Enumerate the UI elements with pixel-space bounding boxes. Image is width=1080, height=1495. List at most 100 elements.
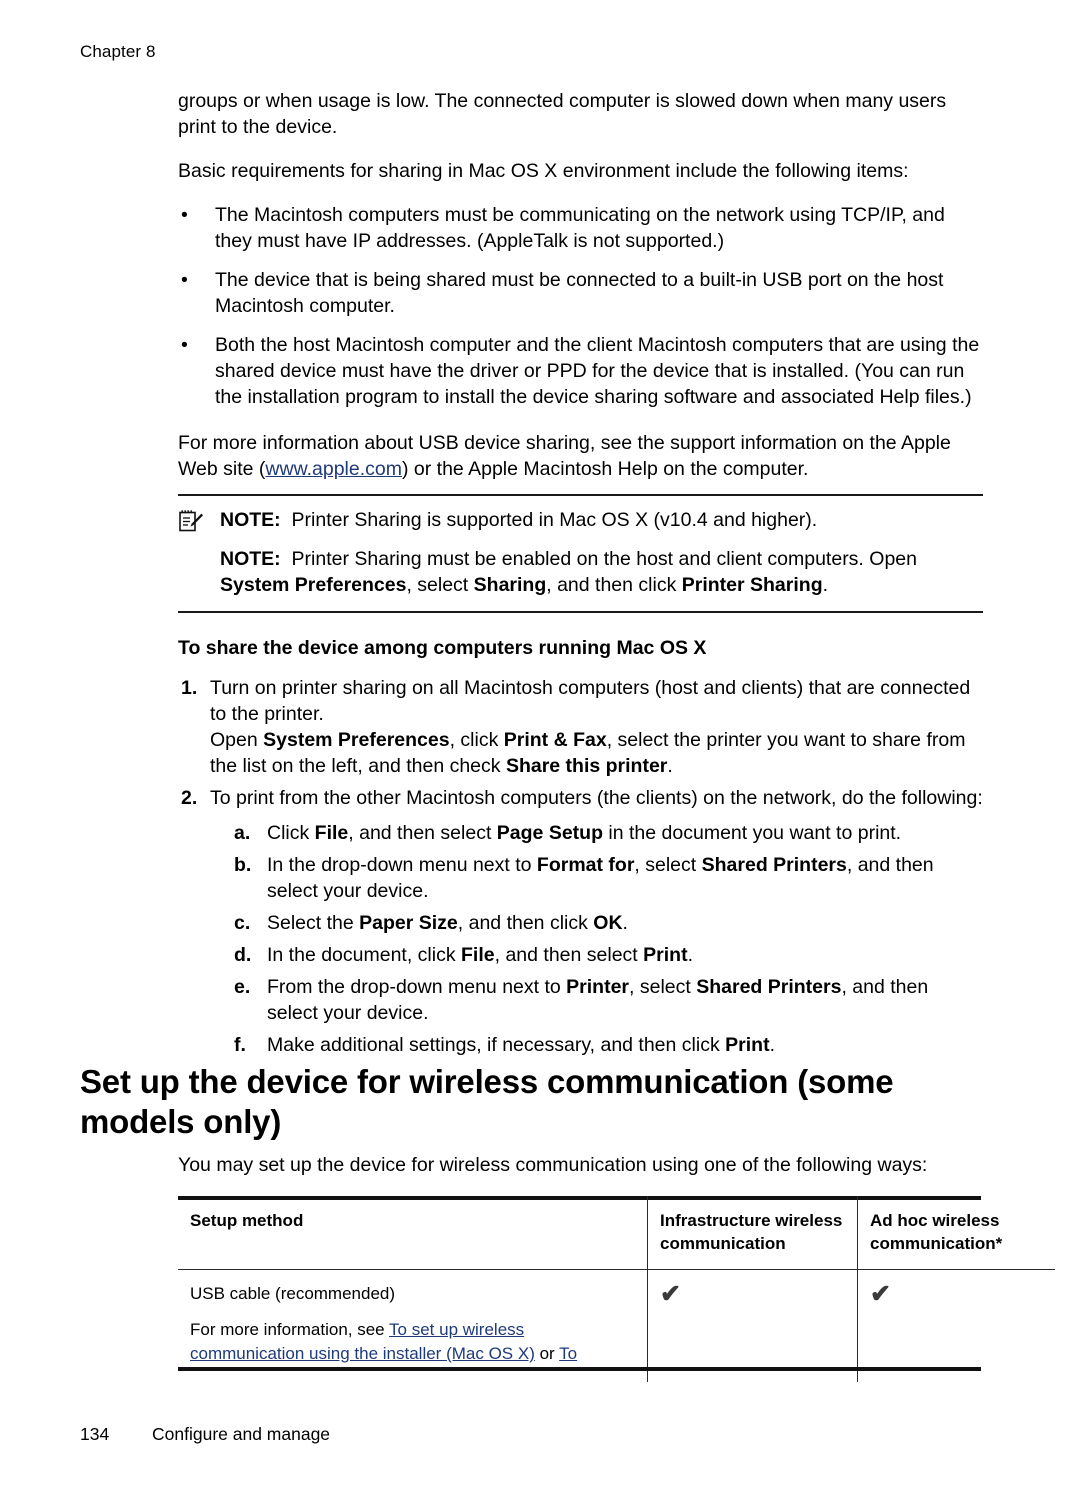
step-text-part: . <box>667 755 673 777</box>
procedure-step-1: 1. Turn on printer sharing on all Macint… <box>178 675 983 779</box>
page-content: groups or when usage is low. The connect… <box>178 88 983 1064</box>
substep-text-part: . <box>769 1034 775 1056</box>
substep-marker: a. <box>234 822 251 844</box>
step-emphasis: System Preferences <box>263 729 450 751</box>
substep-a: a. Click File, and then select Page Setu… <box>232 820 983 846</box>
table-body: USB cable (recommended) For more informa… <box>178 1269 1055 1383</box>
column-header-setup-method: Setup method <box>178 1196 648 1270</box>
checkmark-icon: ✔ <box>870 1280 891 1308</box>
substep-f: f. Make additional settings, if necessar… <box>232 1032 983 1058</box>
column-header-infrastructure: Infrastructure wireless communication <box>647 1196 858 1270</box>
step-marker: 1. <box>181 677 198 699</box>
step-text-part: Open <box>210 729 264 751</box>
note-emphasis: Printer Sharing <box>681 574 823 596</box>
list-item-text: The Macintosh computers must be communic… <box>215 204 945 252</box>
cell-infrastructure-support: ✔ <box>647 1269 858 1382</box>
note-label: NOTE: <box>220 509 281 531</box>
note-block: NOTE: Printer Sharing is supported in Ma… <box>178 494 983 613</box>
note-text-part: Printer Sharing must be enabled on the h… <box>291 548 917 570</box>
substep-emphasis: Paper Size <box>359 912 458 934</box>
substep-emphasis: File <box>314 822 349 844</box>
substep-text-part: . <box>687 944 693 966</box>
list-item: • The device that is being shared must b… <box>178 267 983 319</box>
list-item-text: The device that is being shared must be … <box>215 269 944 317</box>
list-item-text: Both the host Macintosh computer and the… <box>215 334 980 408</box>
page-number: 134 <box>80 1424 110 1444</box>
method-reference: For more information, see To set up wire… <box>190 1318 635 1366</box>
list-item: • The Macintosh computers must be commun… <box>178 202 983 254</box>
procedure-substep-list: a. Click File, and then select Page Setu… <box>232 820 983 1058</box>
substep-c: c. Select the Paper Size, and then click… <box>232 910 983 936</box>
wireless-secondary-link[interactable]: To <box>559 1344 577 1363</box>
substep-marker: e. <box>234 976 251 998</box>
substep-emphasis: File <box>461 944 495 966</box>
reference-text: For more information, see <box>190 1320 390 1339</box>
paragraph-apple-support: For more information about USB device sh… <box>178 430 983 482</box>
substep-text-part: Click <box>267 822 315 844</box>
reference-text: or <box>534 1344 560 1363</box>
substep-text-part: . <box>622 912 628 934</box>
note-text-part: , and then click <box>546 574 682 596</box>
footer-section-name: Configure and manage <box>152 1424 331 1444</box>
substep-emphasis: Print <box>725 1034 770 1056</box>
cell-setup-method: USB cable (recommended) For more informa… <box>178 1270 648 1383</box>
substep-marker: b. <box>234 854 252 876</box>
substep-text-part: In the drop-down menu next to <box>267 854 537 876</box>
note-text-part: . <box>822 574 829 596</box>
note-text: Printer Sharing is supported in Mac OS X… <box>291 509 818 531</box>
table-bottom-border <box>178 1367 981 1371</box>
list-item: • Both the host Macintosh computer and t… <box>178 332 983 410</box>
substep-marker: f. <box>234 1034 246 1056</box>
note-emphasis: Sharing <box>473 574 547 596</box>
apple-website-link[interactable]: www.apple.com <box>265 458 402 480</box>
chapter-header: Chapter 8 <box>80 42 156 61</box>
step-text: To print from the other Macintosh comput… <box>210 787 983 809</box>
bullet-icon: • <box>181 269 188 291</box>
procedure-step-list: 1. Turn on printer sharing on all Macint… <box>178 675 983 1058</box>
substep-emphasis: Page Setup <box>496 822 603 844</box>
column-header-adhoc: Ad hoc wireless communication* <box>857 1196 1055 1270</box>
substep-text-part: Make additional settings, if necessary, … <box>267 1034 726 1056</box>
substep-text-part: In the document, click <box>267 944 462 966</box>
substep-text-part: Select the <box>267 912 360 934</box>
note-pencil-icon <box>178 509 204 533</box>
checkmark-icon: ✔ <box>660 1280 681 1308</box>
substep-marker: c. <box>234 912 251 934</box>
step-marker: 2. <box>181 787 198 809</box>
paragraph-requirements-lead: Basic requirements for sharing in Mac OS… <box>178 160 909 182</box>
cell-adhoc-support: ✔ <box>857 1269 1055 1382</box>
page-footer: 134 Configure and manage <box>80 1424 330 1445</box>
document-page: Chapter 8 groups or when usage is low. T… <box>0 0 1080 1495</box>
substep-emphasis: Printer <box>566 976 630 998</box>
procedure-title: To share the device among computers runn… <box>178 637 707 659</box>
step-text: Turn on printer sharing on all Macintosh… <box>210 677 971 725</box>
requirements-bullet-list: • The Macintosh computers must be commun… <box>178 202 983 410</box>
page-title: Set up the device for wireless communica… <box>80 1063 894 1140</box>
table-row: USB cable (recommended) For more informa… <box>178 1269 1055 1383</box>
table-header-row: Setup method Infrastructure wireless com… <box>178 1196 1055 1270</box>
substep-emphasis: Print <box>643 944 688 966</box>
substep-text-part: From the drop-down menu next to <box>267 976 567 998</box>
note-emphasis: System Preferences <box>220 574 407 596</box>
note-second: NOTE: Printer Sharing must be enabled on… <box>178 546 983 598</box>
substep-marker: d. <box>234 944 252 966</box>
setup-methods-table: Setup method Infrastructure wireless com… <box>178 1196 1055 1382</box>
step-text-part: , click <box>449 729 504 751</box>
note-text-part: , select <box>406 574 474 596</box>
substep-text-part: , select <box>634 854 702 876</box>
step-emphasis: Share this printer <box>505 755 668 777</box>
bullet-icon: • <box>181 334 188 356</box>
method-name: USB cable (recommended) <box>190 1284 396 1303</box>
procedure-step-2: 2. To print from the other Macintosh com… <box>178 785 983 1058</box>
note-label: NOTE: <box>220 548 281 570</box>
step-emphasis: Print & Fax <box>503 729 607 751</box>
bullet-icon: • <box>181 204 188 226</box>
paragraph-text-after-link: ) or the Apple Macintosh Help on the com… <box>401 458 809 480</box>
substep-text-part: , and then select <box>348 822 497 844</box>
substep-text-part: in the document you want to print. <box>603 822 902 844</box>
substep-b: b. In the drop-down menu next to Format … <box>232 852 983 904</box>
note-first: NOTE: Printer Sharing is supported in Ma… <box>178 507 983 533</box>
substep-e: e. From the drop-down menu next to Print… <box>232 974 983 1026</box>
substep-emphasis: Format for <box>536 854 635 876</box>
substep-text-part: , and then select <box>494 944 644 966</box>
